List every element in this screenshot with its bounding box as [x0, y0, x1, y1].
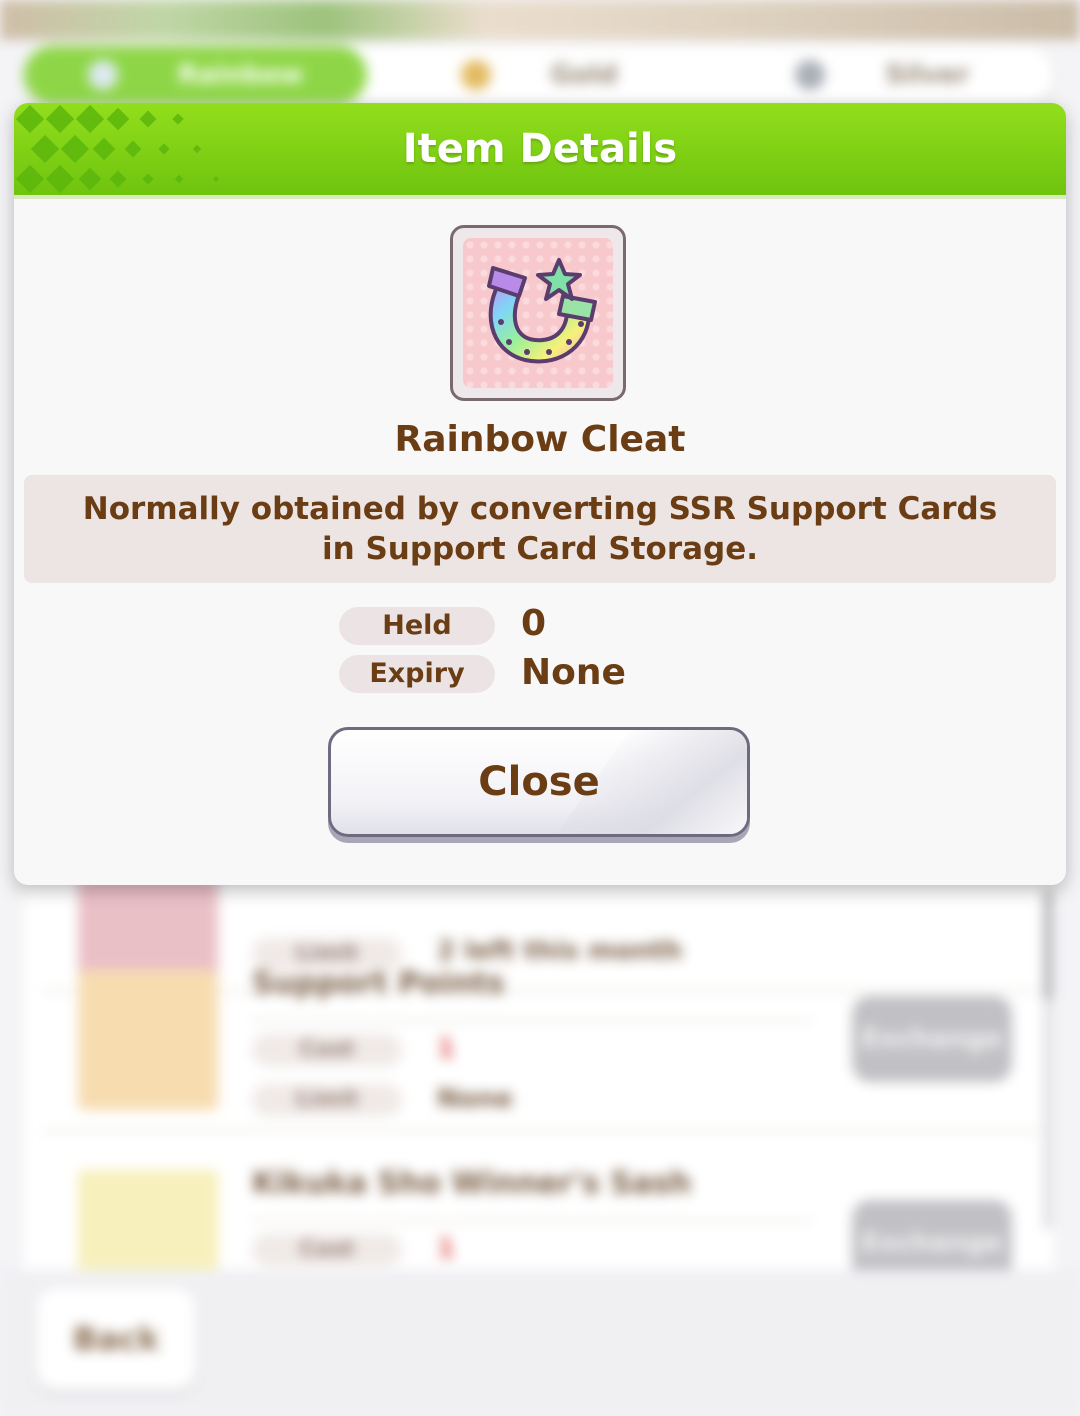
- dialog-header: Item Details: [14, 103, 1066, 199]
- held-label: Held: [339, 607, 495, 645]
- expiry-label: Expiry: [339, 655, 495, 693]
- item-name: Rainbow Cleat: [394, 419, 686, 460]
- item-description: Normally obtained by converting SSR Supp…: [24, 475, 1056, 583]
- rainbow-horseshoe-icon: [487, 258, 597, 364]
- item-icon-frame: [450, 225, 626, 401]
- item-details-dialog: Item Details Rainbow Cleat Normally obta…: [14, 103, 1066, 885]
- close-button[interactable]: Close: [328, 727, 750, 837]
- close-button-label: Close: [478, 759, 600, 805]
- dialog-title: Item Details: [402, 126, 678, 172]
- expiry-value: None: [521, 652, 626, 693]
- held-value: 0: [521, 603, 547, 644]
